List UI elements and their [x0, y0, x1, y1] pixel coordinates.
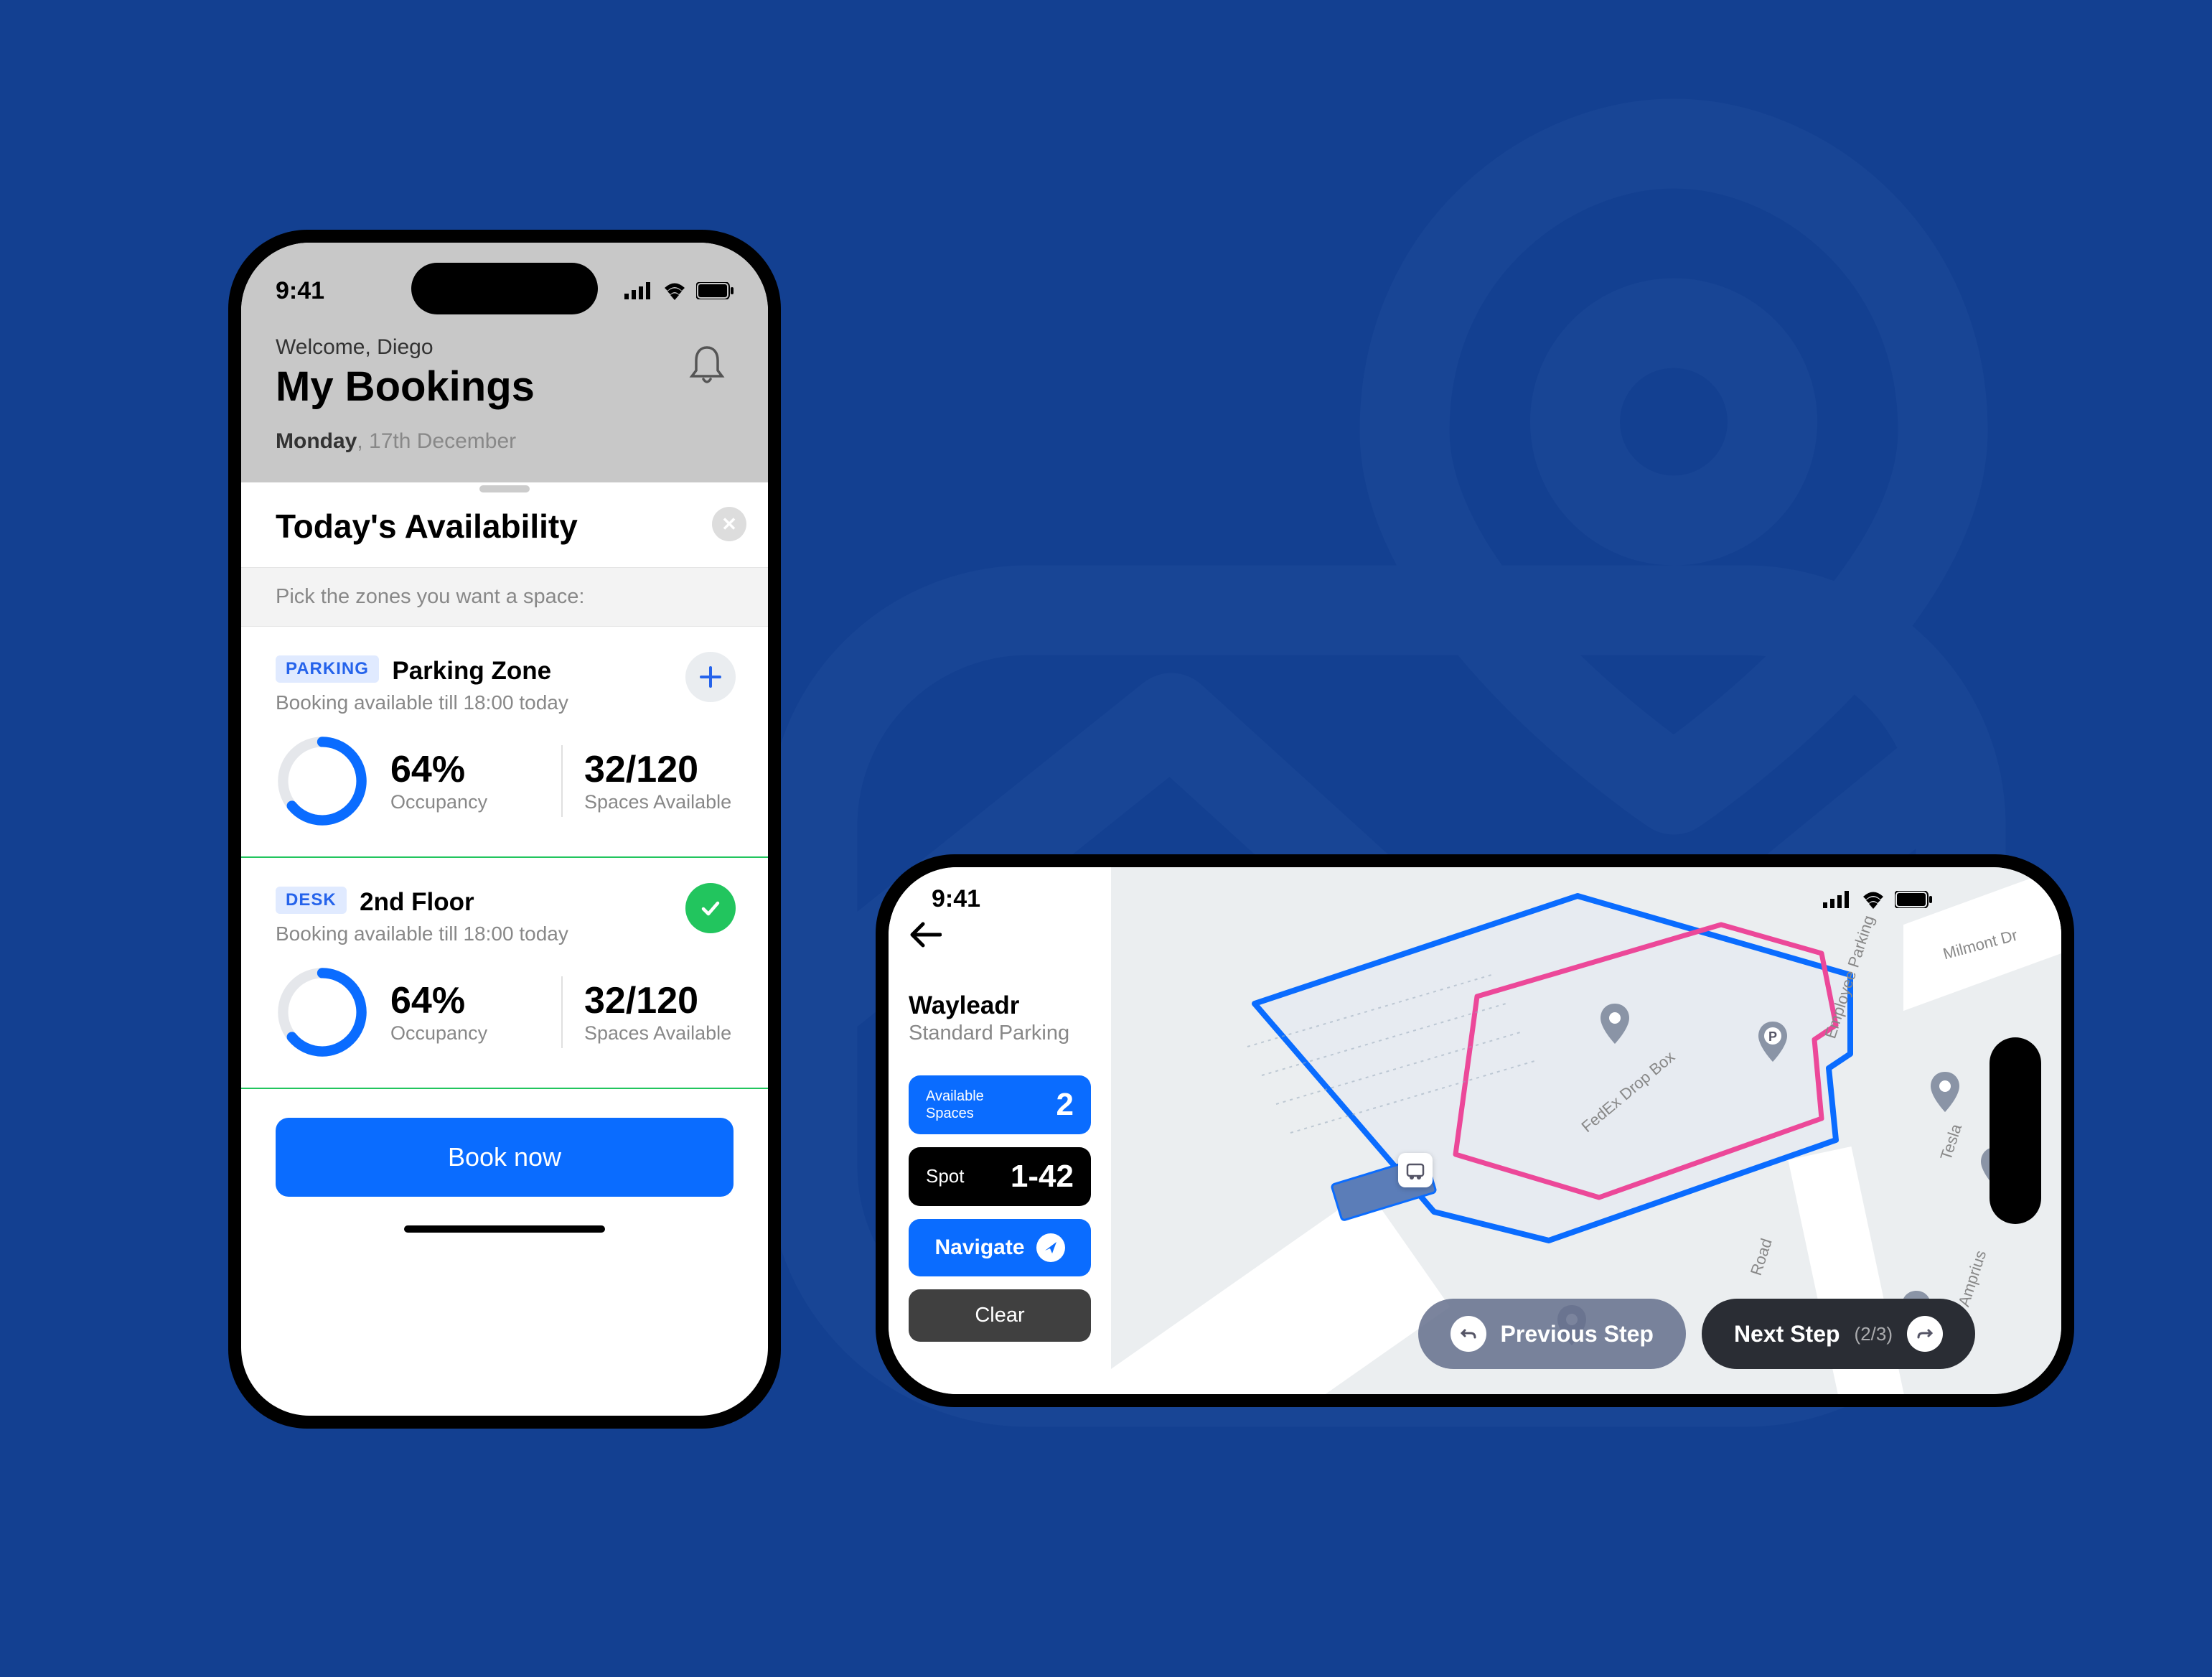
available-label: AvailableSpaces	[926, 1088, 984, 1122]
clear-button[interactable]: Clear	[909, 1289, 1091, 1342]
page-title: My Bookings	[276, 363, 734, 411]
wifi-icon	[1860, 890, 1886, 909]
dynamic-island	[411, 263, 598, 314]
welcome-text: Welcome, Diego	[276, 335, 734, 360]
spot-badge[interactable]	[1398, 1153, 1433, 1187]
dynamic-island	[1990, 1037, 2041, 1224]
occupancy-percent: 64%	[390, 748, 540, 791]
close-button[interactable]: ✕	[712, 507, 746, 541]
map-pin[interactable]	[1599, 1004, 1631, 1044]
location-subtitle: Standard Parking	[909, 1022, 1091, 1045]
navigate-label: Navigate	[934, 1235, 1024, 1260]
svg-text:P: P	[1768, 1029, 1777, 1044]
availability-sheet: ✕ Today's Availability Pick the zones yo…	[241, 485, 768, 1233]
status-bar: 9:41	[932, 885, 1932, 913]
date-line: Monday, 17th December	[276, 429, 734, 454]
sheet-subtitle: Pick the zones you want a space:	[241, 567, 768, 627]
previous-step-button[interactable]: Previous Step	[1418, 1299, 1686, 1369]
zone-tag: DESK	[276, 887, 347, 914]
zone-card-desk[interactable]: DESK 2nd Floor Booking available till 18…	[241, 858, 768, 1089]
sheet-title: Today's Availability	[241, 492, 768, 567]
map-pin[interactable]	[1929, 1072, 1961, 1112]
occupancy-label: Occupancy	[390, 1022, 540, 1045]
battery-icon	[696, 282, 734, 299]
redo-icon	[1916, 1325, 1934, 1343]
occupancy-percent: 64%	[390, 979, 540, 1022]
selected-zone-indicator[interactable]	[685, 883, 736, 933]
spot-value: 1-42	[1011, 1159, 1074, 1195]
step-counter: (2/3)	[1855, 1323, 1893, 1345]
next-step-button[interactable]: Next Step (2/3)	[1702, 1299, 1975, 1369]
occupancy-ring	[276, 966, 369, 1059]
previous-step-label: Previous Step	[1501, 1321, 1654, 1347]
available-value: 2	[1056, 1087, 1074, 1123]
zone-name: 2nd Floor	[360, 888, 474, 916]
date-rest: , 17th December	[357, 429, 516, 453]
navigation-panel: Wayleadr Standard Parking AvailableSpace…	[889, 867, 1111, 1394]
home-indicator[interactable]	[404, 1225, 605, 1233]
map-view[interactable]: P Milmont Dr Employee Parking FedEx Drop…	[1111, 867, 2061, 1394]
occupancy-label: Occupancy	[390, 791, 540, 813]
zone-card-parking[interactable]: PARKING Parking Zone Booking available t…	[241, 627, 768, 858]
parking-spot-icon	[1405, 1160, 1425, 1180]
navigate-button[interactable]: Navigate	[909, 1219, 1091, 1276]
check-icon	[698, 895, 723, 921]
parking-rows	[1233, 961, 1542, 1190]
sheet-drag-handle[interactable]	[479, 485, 530, 492]
signal-icon	[624, 282, 653, 299]
undo-icon	[1459, 1325, 1478, 1343]
map-pin-parking[interactable]: P	[1757, 1022, 1789, 1062]
add-zone-button[interactable]	[685, 652, 736, 702]
phone-landscape: 9:41 Wayleadr Standard Parking Available…	[876, 854, 2074, 1407]
plus-icon	[698, 665, 723, 689]
wifi-icon	[662, 281, 688, 300]
available-spaces-pill: AvailableSpaces 2	[909, 1075, 1091, 1134]
battery-icon	[1895, 891, 1932, 908]
signal-icon	[1823, 891, 1852, 908]
map-label-tesla: Tesla	[1936, 1122, 1966, 1163]
zone-name: Parking Zone	[392, 657, 551, 685]
spot-label: Spot	[926, 1165, 965, 1187]
spaces-count: 32/120	[584, 979, 734, 1022]
zone-availability: Booking available till 18:00 today	[276, 691, 734, 714]
spot-pill: Spot 1-42	[909, 1147, 1091, 1206]
status-time: 9:41	[276, 277, 324, 305]
occupancy-ring	[276, 734, 369, 828]
navigate-arrow-icon	[1036, 1233, 1065, 1262]
zone-tag: PARKING	[276, 655, 379, 683]
back-button[interactable]	[909, 917, 1091, 957]
spaces-label: Spaces Available	[584, 791, 734, 813]
arrow-left-icon	[909, 921, 942, 948]
spaces-count: 32/120	[584, 748, 734, 791]
book-now-button[interactable]: Book now	[276, 1118, 734, 1197]
status-time: 9:41	[932, 885, 980, 913]
date-day: Monday	[276, 429, 357, 453]
next-step-label: Next Step	[1734, 1321, 1840, 1347]
zone-availability: Booking available till 18:00 today	[276, 922, 734, 945]
notifications-button[interactable]	[689, 345, 725, 388]
spaces-label: Spaces Available	[584, 1022, 734, 1045]
phone-portrait: 9:41 Welcome, Diego My Bookings Monday, …	[228, 230, 781, 1429]
location-title: Wayleadr	[909, 991, 1091, 1020]
